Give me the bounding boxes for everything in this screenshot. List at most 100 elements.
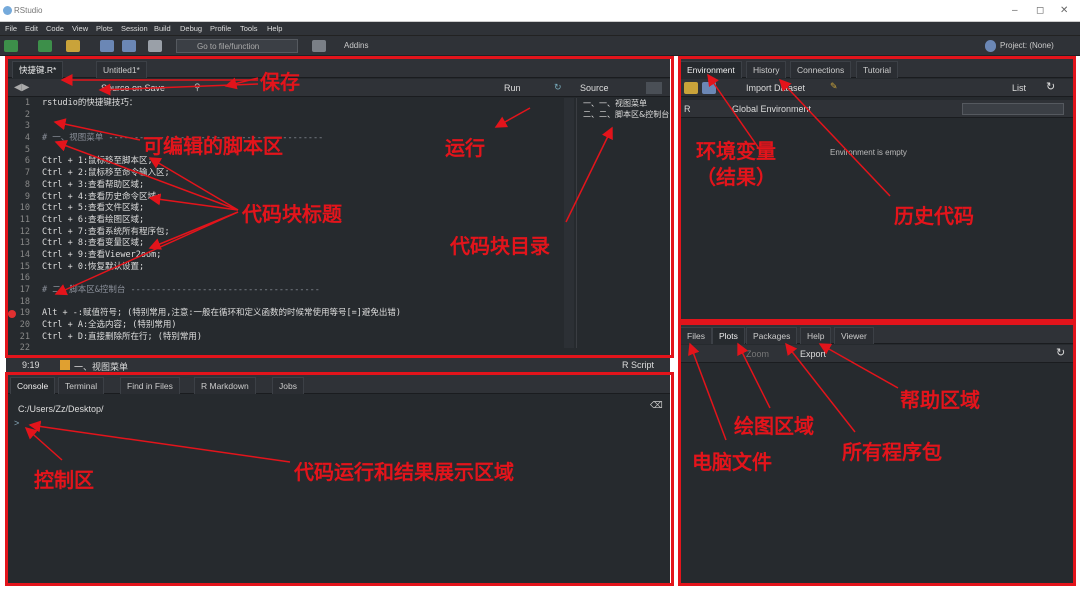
tab-find-in-files[interactable]: Find in Files — [120, 377, 180, 394]
tab-environment[interactable]: Environment — [680, 61, 742, 78]
list-view-toggle[interactable]: List — [1012, 83, 1026, 93]
code-line[interactable]: 22 — [4, 343, 564, 355]
line-number: 9 — [24, 191, 30, 202]
back-icon[interactable]: ◀▶ — [14, 82, 29, 93]
env-toolbar: Import Dataset ✎ List ↻ — [680, 79, 1074, 97]
window-title: RStudio — [14, 6, 43, 15]
code-line[interactable]: 17 # 二、脚本区&控制台 --------------------------… — [4, 285, 564, 297]
code-line[interactable]: 16 — [4, 273, 564, 285]
tab-plots[interactable]: Plots — [712, 327, 745, 344]
print-icon[interactable] — [148, 40, 162, 52]
code-line[interactable]: 15 Ctrl + 0:恢复默认设置; — [4, 262, 564, 274]
main-toolbar: Go to file/function Addins Project: (Non… — [0, 36, 1080, 56]
outline-item-script[interactable]: 二、二、脚本区&控制台 — [583, 109, 670, 120]
menu-file[interactable]: File — [5, 24, 17, 33]
maximize-button[interactable]: ◻ — [1036, 5, 1044, 16]
code-text: Alt + -:赋值符号; (特别常用,注意:一般在循环和定义函数的时候常使用等… — [42, 308, 401, 319]
source-button[interactable]: Source — [580, 83, 609, 93]
new-project-icon[interactable] — [38, 40, 52, 52]
tab-shortcuts-r[interactable]: 快捷键.R* — [12, 61, 64, 78]
tab-connections[interactable]: Connections — [790, 61, 852, 78]
project-icon — [985, 40, 996, 52]
code-line[interactable]: 21 Ctrl + D:直接删除所在行; (特别常用) — [4, 332, 564, 344]
load-workspace-icon[interactable] — [684, 82, 698, 94]
source-on-save-checkbox[interactable]: Source on Save — [101, 83, 165, 93]
export-button[interactable]: Export — [800, 349, 826, 359]
code-line[interactable]: 7 Ctrl + 2:鼠标移至命令输入区; — [4, 168, 564, 180]
menu-view[interactable]: View — [72, 24, 88, 33]
menu-code[interactable]: Code — [46, 24, 64, 33]
section-icon — [60, 360, 70, 370]
code-line[interactable]: 8 Ctrl + 3:查看帮助区域; — [4, 180, 564, 192]
broom-icon[interactable]: ✎ — [830, 81, 838, 92]
code-line[interactable]: 20 Ctrl + A:全选内容; (特别常用) — [4, 320, 564, 332]
file-type[interactable]: R Script — [622, 360, 654, 370]
tab-tutorial[interactable]: Tutorial — [856, 61, 899, 78]
language-select[interactable]: R — [684, 104, 691, 114]
save-all-icon[interactable] — [122, 40, 136, 52]
project-menu[interactable]: Project: (None) — [1000, 39, 1054, 53]
tab-files[interactable]: Files — [680, 327, 712, 344]
code-text: Ctrl + 6:查看绘图区域; — [42, 214, 145, 225]
global-environment-select[interactable]: Global Environment — [732, 104, 811, 114]
tab-history[interactable]: History — [746, 61, 787, 78]
annotation-editable-script: 可编辑的脚本区 — [143, 134, 283, 158]
code-line[interactable]: 2 — [4, 110, 564, 122]
import-dataset-button[interactable]: Import Dataset — [746, 83, 805, 93]
env-search-input[interactable] — [962, 103, 1064, 115]
menu-profile[interactable]: Profile — [210, 24, 231, 33]
code-line[interactable]: 1 rstudio的快捷键技巧： — [4, 98, 564, 110]
minimize-button[interactable]: – — [1012, 5, 1018, 16]
menu-help[interactable]: Help — [267, 24, 282, 33]
annotation-output: 代码运行和结果展示区域 — [294, 460, 514, 484]
tab-r-markdown[interactable]: R Markdown — [194, 377, 256, 394]
refresh-icon[interactable]: ↻ — [1046, 80, 1055, 93]
tab-terminal[interactable]: Terminal — [58, 377, 105, 394]
menu-tools[interactable]: Tools — [240, 24, 258, 33]
annotation-chunk-toc: 代码块目录 — [450, 234, 550, 258]
goto-file-input[interactable]: Go to file/function — [176, 39, 298, 53]
search-icon[interactable]: ⚲ — [194, 82, 201, 93]
tab-console[interactable]: Console — [10, 377, 56, 394]
refresh-plots-icon[interactable]: ↻ — [1056, 346, 1065, 359]
line-number: 5 — [24, 144, 30, 155]
tab-untitled1[interactable]: Untitled1* — [96, 61, 147, 78]
close-button[interactable]: ✕ — [1060, 5, 1068, 16]
grid-layout-icon[interactable] — [312, 40, 326, 52]
clear-console-icon[interactable]: ⌫ — [650, 400, 663, 411]
zoom-button[interactable]: Zoom — [746, 349, 769, 359]
open-file-icon[interactable] — [66, 40, 80, 52]
editor-scrollbar[interactable] — [564, 98, 574, 348]
tab-packages[interactable]: Packages — [746, 327, 798, 344]
code-line[interactable]: 19 Alt + -:赋值符号; (特别常用,注意:一般在循环和定义函数的时候常使… — [4, 308, 564, 320]
new-file-icon[interactable] — [4, 40, 18, 52]
code-text: # 二、脚本区&控制台 ----------------------------… — [42, 285, 320, 295]
menu-session[interactable]: Session — [121, 24, 148, 33]
code-text: Ctrl + 7:查看系统所有程序包; — [42, 226, 170, 237]
console-tabs: Console Terminal Find in Files R Markdow… — [6, 374, 670, 394]
line-number: 1 — [24, 98, 30, 108]
save-icon[interactable] — [100, 40, 114, 52]
menu-build[interactable]: Build — [154, 24, 171, 33]
code-text: Ctrl + D:直接删除所在行; (特别常用) — [42, 331, 203, 342]
save-workspace-icon[interactable] — [702, 82, 716, 94]
line-number: 16 — [19, 273, 30, 284]
outline-toggle-icon[interactable] — [646, 82, 662, 94]
annotation-plots: 绘图区域 — [734, 414, 814, 438]
menu-plots[interactable]: Plots — [96, 24, 113, 33]
status-section[interactable]: 一、视图菜单 — [74, 360, 128, 373]
menu-edit[interactable]: Edit — [25, 24, 38, 33]
tab-help[interactable]: Help — [800, 327, 832, 344]
console-prompt[interactable]: > — [14, 418, 19, 428]
tab-jobs[interactable]: Jobs — [272, 377, 304, 394]
plots-toolbar: Zoom Export ↻ — [680, 345, 1074, 363]
run-button[interactable]: Run — [504, 83, 521, 93]
tab-viewer[interactable]: Viewer — [834, 327, 874, 344]
line-number: 13 — [19, 238, 30, 249]
addins-menu[interactable]: Addins — [344, 39, 368, 53]
outline-item-view[interactable]: 一、一、视图菜单 — [583, 98, 670, 109]
working-directory[interactable]: C:/Users/Zz/Desktop/ — [18, 404, 104, 414]
code-line[interactable]: 18 — [4, 297, 564, 309]
rerun-icon[interactable]: ↻ — [554, 82, 562, 93]
menu-debug[interactable]: Debug — [180, 24, 202, 33]
